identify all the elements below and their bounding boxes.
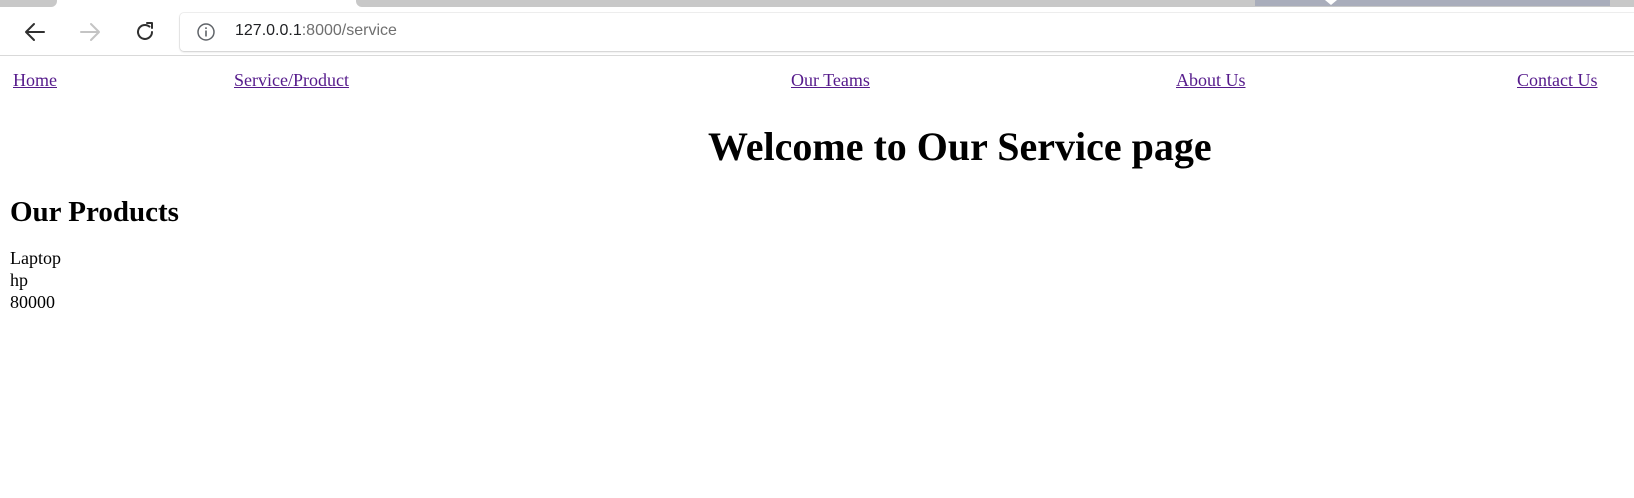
info-icon[interactable] <box>197 23 215 41</box>
browser-toolbar: 127.0.0.1:8000/service <box>0 0 1634 56</box>
forward-button[interactable] <box>74 16 106 48</box>
nav-link-home[interactable]: Home <box>13 70 57 91</box>
url-text[interactable]: 127.0.0.1:8000/service <box>235 22 397 40</box>
product-brand: hp <box>10 270 28 290</box>
product-price: 80000 <box>10 292 55 312</box>
reload-icon <box>137 22 153 40</box>
nav-link-service-product[interactable]: Service/Product <box>234 70 349 91</box>
tab-strip-accent <box>1255 0 1610 6</box>
reload-button[interactable] <box>129 16 161 48</box>
tab-strip <box>0 0 1634 8</box>
nav-link-our-teams[interactable]: Our Teams <box>791 70 870 91</box>
product-name: Laptop <box>10 248 61 268</box>
back-button[interactable] <box>19 16 51 48</box>
tab-left[interactable] <box>0 0 57 7</box>
products-heading: Our Products <box>10 196 179 228</box>
nav-link-about-us[interactable]: About Us <box>1176 70 1246 91</box>
url-path: :8000/service <box>301 22 397 39</box>
page-title: Welcome to Our Service page <box>708 124 1212 169</box>
url-host: 127.0.0.1 <box>235 22 302 39</box>
page-content: Home Service/Product Our Teams About Us … <box>0 57 1634 498</box>
back-arrow-icon <box>25 23 45 41</box>
forward-arrow-icon <box>80 23 100 41</box>
tab-strip-notch <box>1325 0 1337 5</box>
address-bar[interactable]: 127.0.0.1:8000/service <box>180 13 1634 51</box>
nav-link-contact-us[interactable]: Contact Us <box>1517 70 1598 91</box>
